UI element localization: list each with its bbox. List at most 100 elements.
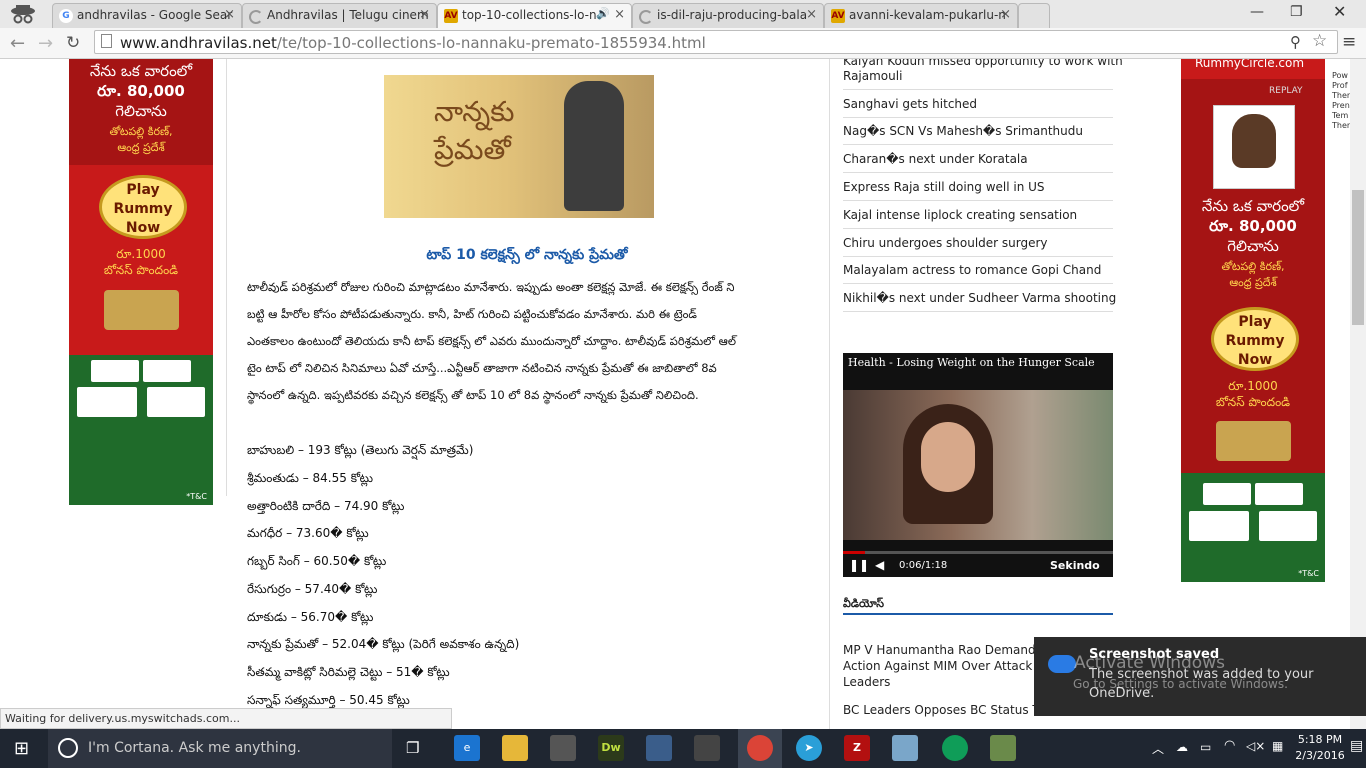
telegram-icon[interactable]: ➤ bbox=[796, 735, 822, 761]
sidebar-news-link[interactable]: Nikhil�s next under Sudheer Varma shooti… bbox=[843, 291, 1116, 312]
tab-andhravilas-home[interactable]: Andhravilas | Telugu cinem × bbox=[242, 3, 437, 28]
bookmark-star-icon[interactable]: ☆ bbox=[1312, 31, 1327, 51]
close-icon[interactable]: × bbox=[806, 7, 817, 22]
volume-icon[interactable]: ◀ bbox=[875, 558, 884, 572]
new-tab-button[interactable] bbox=[1018, 3, 1050, 28]
url-path: /te/top-10-collections-lo-nannaku-premat… bbox=[276, 34, 706, 52]
tab-label: is-dil-raju-producing-bala bbox=[657, 8, 808, 22]
collection-item: రేసుగుర్రం – 57.40� కోట్లు bbox=[247, 582, 378, 596]
forward-icon[interactable]: → bbox=[38, 33, 53, 54]
heading-underline bbox=[843, 613, 1113, 615]
dreamweaver-icon[interactable]: Dw bbox=[598, 735, 624, 761]
edge-line: Tem bbox=[1332, 111, 1349, 120]
video-news-link[interactable]: BC Leaders Opposes BC Status To Ka bbox=[843, 703, 1064, 717]
search-icon[interactable]: ⚲ bbox=[1290, 33, 1301, 51]
file-explorer-icon[interactable] bbox=[502, 735, 528, 761]
close-icon[interactable]: × bbox=[614, 7, 625, 22]
tab-dil-raju[interactable]: is-dil-raju-producing-bala × bbox=[632, 3, 824, 28]
screenshot-notification[interactable]: Screenshot saved The screenshot was adde… bbox=[1034, 637, 1366, 716]
edge-line: Ther bbox=[1332, 121, 1350, 130]
sidebar-news-link[interactable]: Nag�s SCN Vs Mahesh�s Srimanthudu bbox=[843, 124, 1113, 145]
cortana-icon bbox=[58, 738, 78, 758]
task-view-icon[interactable]: ❐ bbox=[406, 739, 419, 757]
playing-cards-image bbox=[91, 360, 139, 382]
edge-icon[interactable]: e bbox=[454, 735, 480, 761]
maximize-icon[interactable]: ❐ bbox=[1290, 4, 1303, 20]
sidebar-news-link[interactable]: Kajal intense liplock creating sensation bbox=[843, 208, 1113, 229]
action-center-icon[interactable]: ▤ bbox=[1350, 738, 1363, 754]
sidebar-news-link[interactable]: Kalyan Kodun missed opportunity to work … bbox=[843, 59, 1123, 68]
sidebar-news-link[interactable]: Sanghavi gets hitched bbox=[843, 97, 1113, 118]
close-icon[interactable]: × bbox=[1000, 7, 1011, 22]
sidebar-news-link[interactable]: Chiru undergoes shoulder surgery bbox=[843, 236, 1113, 257]
battery-icon[interactable]: ▭ bbox=[1200, 740, 1211, 754]
filezilla-icon[interactable]: Z bbox=[844, 735, 870, 761]
cash-stack-image bbox=[1216, 421, 1291, 461]
ad-name: తోటపల్లి కిరణ్, bbox=[1221, 260, 1285, 273]
terms-label: *T&C bbox=[1298, 569, 1319, 578]
collection-item: మగధీర – 73.60� కోట్లు bbox=[247, 526, 369, 540]
menu-icon[interactable]: ≡ bbox=[1342, 32, 1356, 52]
tab-top-10-collections[interactable]: AV top-10-collections-lo-n 🔊 × bbox=[437, 3, 632, 28]
edge-line: Ther bbox=[1332, 91, 1350, 100]
ad-text: గెలిచాను bbox=[115, 102, 167, 120]
cortana-search-box[interactable]: I'm Cortana. Ask me anything. bbox=[48, 729, 392, 768]
scrollbar-thumb[interactable] bbox=[1352, 190, 1364, 325]
clock-date: 2/3/2016 bbox=[1295, 749, 1345, 762]
sidebar-news-link[interactable]: Malayalam actress to romance Gopi Chand bbox=[843, 263, 1113, 284]
close-window-icon[interactable]: ✕ bbox=[1333, 2, 1346, 21]
keyboard-icon[interactable]: ▦ bbox=[1272, 739, 1283, 753]
vertical-scrollbar[interactable] bbox=[1350, 59, 1366, 729]
replay-button[interactable]: REPLAY bbox=[1269, 86, 1303, 96]
bonus-amount: రూ.1000 bbox=[116, 247, 166, 261]
app-icon[interactable] bbox=[892, 735, 918, 761]
video-news-link[interactable]: MP V Hanumantha Rao Demands CM Action Ag… bbox=[843, 642, 1065, 690]
close-icon[interactable]: × bbox=[224, 7, 235, 22]
back-icon[interactable]: ← bbox=[10, 33, 25, 54]
clock[interactable]: 5:18 PM 2/3/2016 bbox=[1294, 732, 1346, 764]
cloud-icon[interactable]: ☁ bbox=[1176, 740, 1188, 754]
reload-icon[interactable]: ↻ bbox=[66, 33, 80, 53]
collection-item: సీతమ్మ వాకిట్లో సిరిమల్లె చెట్టు – 51� క… bbox=[247, 665, 450, 679]
chart-app-icon[interactable] bbox=[990, 735, 1016, 761]
minimize-icon[interactable]: — bbox=[1250, 4, 1264, 20]
close-icon[interactable]: × bbox=[419, 7, 430, 22]
volume-icon[interactable]: ◁× bbox=[1246, 739, 1265, 753]
collection-item: అత్తారింటికి దారేది – 74.90 కోట్లు bbox=[247, 499, 405, 513]
ad-left[interactable]: నేను ఒక వారంలో రూ. 80,000 గెలిచాను తోటపల… bbox=[69, 59, 213, 505]
news-line: MP V Hanumantha Rao Demands CM bbox=[843, 643, 1065, 657]
chevron-up-icon[interactable]: ︿ bbox=[1152, 740, 1164, 757]
play-rummy-button[interactable]: Play Rummy Now bbox=[1211, 307, 1299, 371]
pause-icon[interactable]: ❚❚ bbox=[849, 558, 869, 572]
page-icon bbox=[101, 34, 112, 48]
ad-place: ఆంధ్ర ప్రదేశ్ bbox=[1229, 276, 1277, 289]
speaker-icon[interactable]: 🔊 bbox=[596, 7, 610, 20]
windows-start-icon[interactable]: ⊞ bbox=[14, 738, 29, 759]
ad-card-area: *T&C bbox=[1181, 473, 1325, 582]
video-player[interactable]: Health - Losing Weight on the Hunger Sca… bbox=[843, 353, 1113, 577]
wifi-icon[interactable]: ◠ bbox=[1224, 738, 1235, 753]
terms-label: *T&C bbox=[186, 492, 207, 501]
web-page: నేను ఒక వారంలో రూ. 80,000 గెలిచాను తోటపల… bbox=[0, 59, 1350, 729]
video-frame bbox=[843, 390, 1113, 540]
news-line: Action Against MIM Over Attack On C bbox=[843, 659, 1066, 673]
sidebar-news-link[interactable]: Charan�s next under Koratala bbox=[843, 152, 1113, 173]
video-progress-fill bbox=[843, 551, 865, 554]
chrome-icon[interactable] bbox=[942, 735, 968, 761]
sidebar-news-link[interactable]: Rajamouli bbox=[843, 69, 1113, 90]
play-rummy-button[interactable]: Play Rummy Now bbox=[99, 175, 187, 239]
movie-logo-text: నాన్నకు ప్రేమతో bbox=[434, 95, 515, 166]
play-label: Rummy bbox=[113, 201, 173, 217]
chrome-icon[interactable] bbox=[747, 735, 773, 761]
url-text[interactable]: www.andhravilas.net/te/top-10-collection… bbox=[120, 34, 706, 52]
divider bbox=[829, 59, 830, 729]
sidebar-news-link[interactable]: Express Raja still doing well in US bbox=[843, 180, 1113, 201]
video-progress-track[interactable] bbox=[843, 551, 1113, 554]
tab-avanni-kevalam[interactable]: AV avanni-kevalam-pukarlu-n × bbox=[824, 3, 1018, 28]
ad-right[interactable]: RummyCircle.com REPLAY నేను ఒక వారంలో రూ… bbox=[1181, 59, 1325, 582]
media-app-icon[interactable] bbox=[646, 735, 672, 761]
bonus-text: బోనస్ పొందండి bbox=[103, 263, 179, 277]
store-icon[interactable] bbox=[550, 735, 576, 761]
app-icon[interactable] bbox=[694, 735, 720, 761]
tab-google-search[interactable]: G andhravilas - Google Sear × bbox=[52, 3, 242, 28]
